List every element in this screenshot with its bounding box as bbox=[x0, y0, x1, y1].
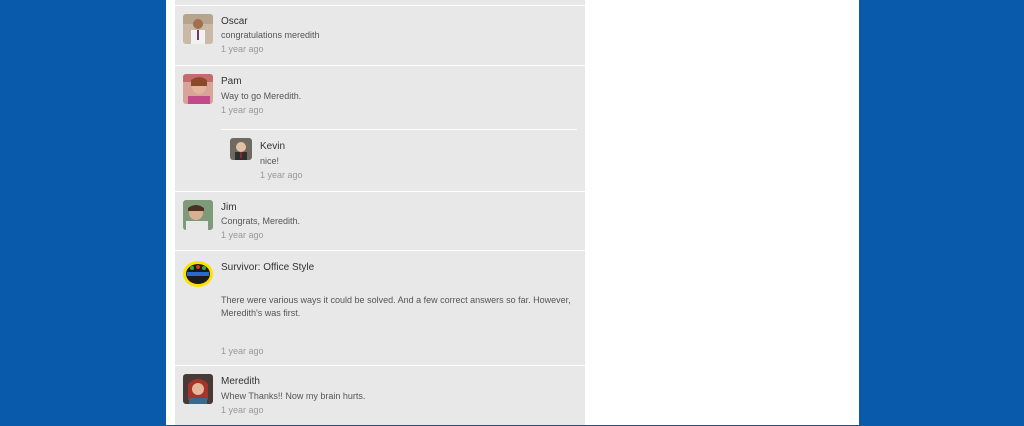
comment-timestamp[interactable]: 1 year ago bbox=[221, 230, 264, 240]
survivor-logo[interactable] bbox=[183, 259, 213, 289]
comment-timestamp[interactable]: 1 year ago bbox=[221, 346, 264, 356]
comment-author[interactable]: Kevin bbox=[260, 141, 285, 152]
comment-timestamp[interactable]: 1 year ago bbox=[221, 44, 264, 54]
comment-author[interactable]: Pam bbox=[221, 76, 242, 87]
comment-jim: Jim Congrats, Meredith. 1 year ago bbox=[175, 191, 585, 251]
comment-survivor: Survivor: Office Style There were variou… bbox=[175, 250, 585, 366]
comment-timestamp[interactable]: 1 year ago bbox=[260, 170, 303, 180]
comment-text: Way to go Meredith. bbox=[221, 91, 302, 101]
comment-text: There were various ways it could be solv… bbox=[221, 295, 571, 318]
comment-meredith: Meredith Whew Thanks!! Now my brain hurt… bbox=[175, 365, 585, 426]
kevin-avatar[interactable] bbox=[230, 138, 252, 160]
comment-text: Congrats, Meredith. bbox=[221, 216, 301, 226]
comment-text: Whew Thanks!! Now my brain hurts. bbox=[221, 391, 366, 401]
comment-author[interactable]: Meredith bbox=[221, 376, 260, 387]
comment-oscar: Oscar congratulations meredith 1 year ag… bbox=[175, 5, 585, 66]
comment-text: congratulations meredith bbox=[221, 30, 320, 40]
comment-pam: Pam Way to go Meredith. 1 year ago Kevin… bbox=[175, 65, 585, 192]
meredith-avatar[interactable] bbox=[183, 374, 213, 404]
comment-author[interactable]: Jim bbox=[221, 202, 237, 213]
comment-feed: Oscar congratulations meredith 1 year ag… bbox=[175, 0, 585, 425]
jim-avatar[interactable] bbox=[183, 200, 213, 230]
comment-author[interactable]: Survivor: Office Style bbox=[221, 262, 314, 273]
comment-kevin-reply: Kevin nice! 1 year ago bbox=[221, 130, 577, 190]
comment-timestamp[interactable]: 1 year ago bbox=[221, 105, 264, 115]
oscar-avatar[interactable] bbox=[183, 14, 213, 44]
pam-avatar[interactable] bbox=[183, 74, 213, 104]
comment-author[interactable]: Oscar bbox=[221, 16, 248, 27]
comment-text: nice! bbox=[260, 156, 280, 166]
comment-timestamp[interactable]: 1 year ago bbox=[221, 405, 264, 415]
